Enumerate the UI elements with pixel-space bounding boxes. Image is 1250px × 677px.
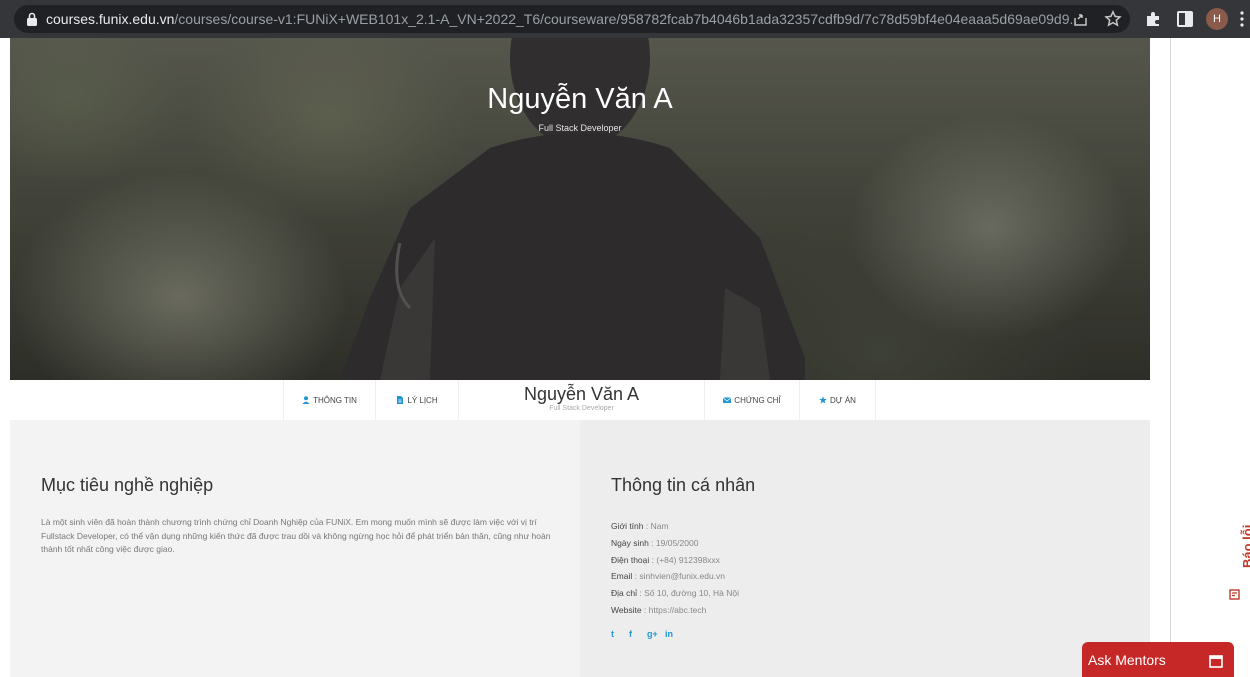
info-key: Giới tính <box>611 521 644 531</box>
personal-info-list: Giới tính : Nam Ngày sinh : 19/05/2000 Đ… <box>611 518 1011 619</box>
document-icon <box>397 396 404 404</box>
share-icon[interactable] <box>1072 10 1090 28</box>
social-links: t f g+ in <box>611 630 673 639</box>
report-error-label[interactable]: Báo lỗi <box>1240 525 1250 568</box>
objective-section: Mục tiêu nghề nghiệp Là một sinh viên đã… <box>10 420 580 677</box>
web-page: Nguyễn Văn A Full Stack Developer THÔNG … <box>0 38 1250 677</box>
info-row-birthday: Ngày sinh : 19/05/2000 <box>611 537 699 548</box>
lock-icon <box>27 12 37 26</box>
info-value: https://abc.tech <box>648 604 707 615</box>
info-key: Điện thoại <box>611 554 650 565</box>
objective-title: Mục tiêu nghề nghiệp <box>41 475 214 495</box>
nav-du-an[interactable]: DỰ ÁN <box>799 380 875 420</box>
personal-info-title: Thông tin cá nhân <box>611 475 756 495</box>
star-icon <box>819 396 827 404</box>
twitter-icon[interactable]: t <box>611 630 619 639</box>
hero-name: Nguyễn Văn A <box>487 83 673 115</box>
envelope-icon <box>723 397 732 403</box>
nav-divider <box>875 380 876 420</box>
nav-chung-chi-label: CHỨNG CHỈ <box>734 395 781 405</box>
browser-menu-icon[interactable] <box>1240 11 1244 27</box>
url-host: courses.funix.edu.vn <box>46 11 175 27</box>
info-key: Địa chỉ <box>611 588 637 599</box>
address-bar[interactable]: courses.funix.edu.vn/courses/course-v1:F… <box>14 5 1130 33</box>
nav-brand-role: Full Stack Developer <box>549 405 614 412</box>
user-icon <box>302 396 310 404</box>
info-key: Website <box>611 604 642 615</box>
ask-mentors-label: Ask Mentors <box>1088 652 1166 668</box>
info-row-website: Website : https://abc.tech <box>611 604 707 615</box>
info-row-phone: Điện thoại : (+84) 912398xxx <box>611 554 720 565</box>
profile-avatar[interactable]: H <box>1206 8 1228 30</box>
ask-mentors-button[interactable]: Ask Mentors <box>1082 642 1234 677</box>
facebook-icon[interactable]: f <box>629 630 637 639</box>
extensions-puzzle-icon[interactable] <box>1144 10 1162 28</box>
nav-brand: Nguyễn Văn A Full Stack Developer <box>458 380 704 420</box>
info-key: Ngày sinh <box>611 537 649 548</box>
nav-brand-name: Nguyễn Văn A <box>523 384 640 404</box>
section-nav: THÔNG TIN LÝ LỊCH Nguyễn Văn A Full Stac… <box>10 380 1150 420</box>
sidebar-divider <box>1170 38 1171 677</box>
url-text[interactable]: courses.funix.edu.vn/courses/course-v1:F… <box>46 11 1076 27</box>
info-value: (+84) 912398xxx <box>656 554 720 565</box>
google-plus-icon[interactable]: g+ <box>647 630 658 639</box>
browser-toolbar: courses.funix.edu.vn/courses/course-v1:F… <box>0 0 1250 38</box>
linkedin-icon[interactable]: in <box>665 630 673 639</box>
nav-du-an-label: DỰ ÁN <box>830 395 856 405</box>
nav-ly-lich[interactable]: LÝ LỊCH <box>375 380 458 420</box>
hero-banner: Nguyễn Văn A Full Stack Developer <box>10 38 1150 380</box>
report-icon <box>1229 589 1240 600</box>
cv-page: Nguyễn Văn A Full Stack Developer THÔNG … <box>10 38 1150 677</box>
info-row-gender: Giới tính : Nam <box>611 521 669 531</box>
nav-thong-tin-label: THÔNG TIN <box>313 395 357 405</box>
window-icon <box>1209 655 1223 668</box>
url-path: /courses/course-v1:FUNiX+WEB101x_2.1-A_V… <box>174 11 1076 27</box>
info-value: sinhvien@funix.edu.vn <box>639 571 726 582</box>
nav-ly-lich-label: LÝ LỊCH <box>407 395 438 405</box>
bookmark-star-icon[interactable] <box>1104 10 1122 28</box>
info-value: Nam <box>650 521 669 531</box>
side-panel-icon[interactable] <box>1176 10 1194 28</box>
info-row-address: Địa chỉ : Số 10, đường 10, Hà Nội <box>611 588 739 599</box>
hero-role: Full Stack Developer <box>538 123 622 133</box>
info-value: Số 10, đường 10, Hà Nội <box>644 588 739 599</box>
nav-thong-tin[interactable]: THÔNG TIN <box>283 380 375 420</box>
nav-chung-chi[interactable]: CHỨNG CHỈ <box>704 380 799 420</box>
personal-info-section: Thông tin cá nhân Giới tính : Nam Ngày s… <box>580 420 1150 677</box>
info-row-email: Email : sinhvien@funix.edu.vn <box>611 571 726 582</box>
objective-text: Là một sinh viên đã hoàn thành chương tr… <box>41 517 551 554</box>
info-key: Email <box>611 571 633 582</box>
info-value: 19/05/2000 <box>655 537 699 548</box>
